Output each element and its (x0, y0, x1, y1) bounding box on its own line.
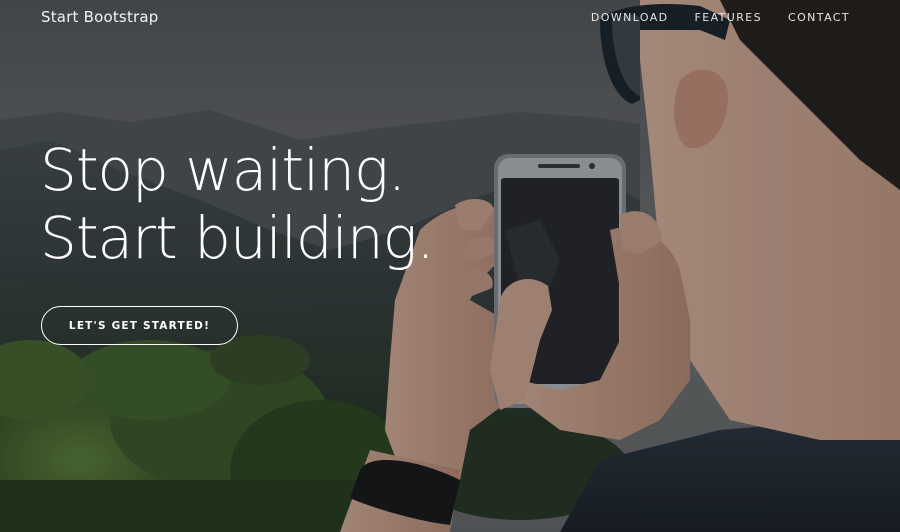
nav-link-download[interactable]: DOWNLOAD (591, 11, 669, 24)
get-started-button[interactable]: LET'S GET STARTED! (41, 306, 238, 345)
hero-headline-line-1: Stop waiting. (40, 136, 406, 204)
nav-link-contact[interactable]: CONTACT (788, 11, 850, 24)
hero-section: Start Bootstrap DOWNLOAD FEATURES CONTAC… (0, 0, 900, 532)
nav-link-features[interactable]: FEATURES (695, 11, 763, 24)
navbar: Start Bootstrap DOWNLOAD FEATURES CONTAC… (0, 0, 900, 34)
hero-headline-line-2: Start building. (40, 204, 435, 272)
brand-link[interactable]: Start Bootstrap (41, 8, 159, 26)
hero-headline: Stop waiting. Start building. (40, 136, 435, 272)
nav-links: DOWNLOAD FEATURES CONTACT (591, 11, 850, 24)
